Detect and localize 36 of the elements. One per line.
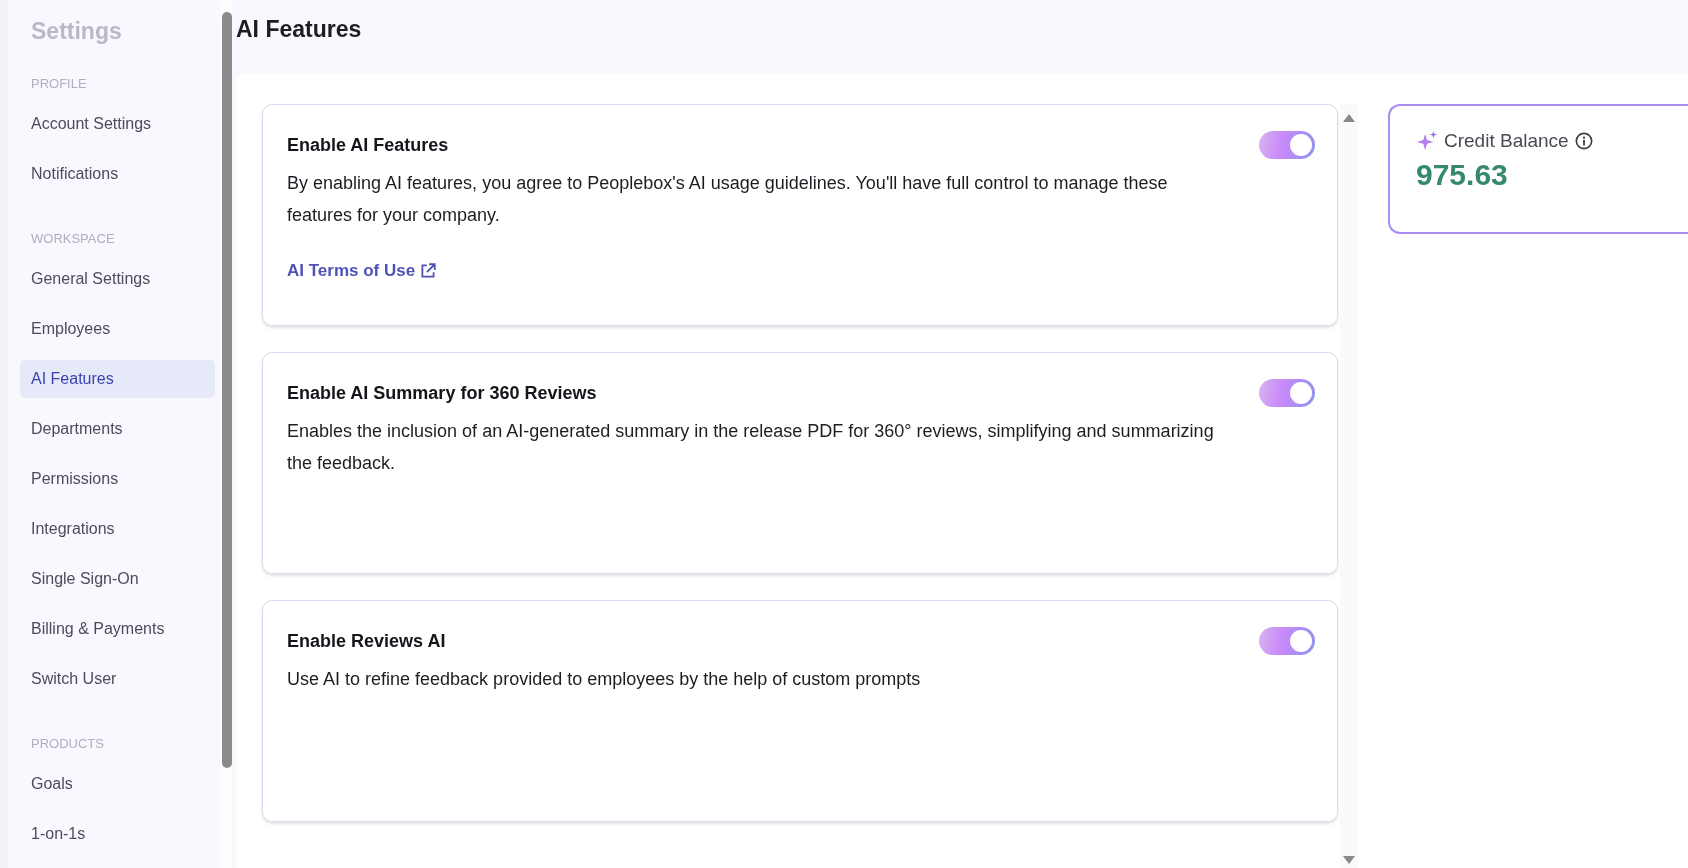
sidebar-item[interactable]: General Settings [20, 260, 215, 298]
credit-label: Credit Balance [1444, 130, 1569, 152]
feature-description: By enabling AI features, you agree to Peoplebox's AI usage guidelines. You'll have full control to manage these features for your company. [287, 172, 1169, 227]
page-title: AI Features [236, 16, 363, 44]
scrollbar-thumb[interactable] [221, 12, 232, 768]
credit-value: 975.63 [1416, 158, 1509, 192]
info-icon[interactable] [1574, 132, 1593, 150]
feature-title: Enable AI Summary for 360 Reviews [287, 382, 597, 404]
sidebar-item[interactable]: Integrations [20, 510, 215, 548]
sidebar-item[interactable]: Notifications [20, 155, 215, 193]
external-link-icon [419, 262, 438, 280]
section-label: PROFILE [30, 75, 88, 93]
toggle-switch[interactable] [1259, 379, 1315, 407]
section-label: PRODUCTS [30, 735, 105, 753]
sidebar-title: Settings [30, 17, 123, 46]
sidebar-item[interactable]: Account Settings [20, 105, 215, 143]
sidebar-item[interactable]: Single Sign-On [20, 560, 215, 598]
sidebar-item[interactable]: Switch User [20, 660, 215, 698]
sidebar-item[interactable]: Departments [20, 410, 215, 448]
sidebar-item[interactable]: Goals [20, 765, 215, 803]
feature-title: Enable AI Features [287, 134, 449, 156]
sidebar-item[interactable]: Employees [20, 310, 215, 348]
sidebar-item[interactable]: Permissions [20, 460, 215, 498]
feature-description: Enables the inclusion of an AI-generated summary in the release PDF for 360° reviews, simplifying and summarizing the feedback. [287, 420, 1215, 475]
feature-title: Enable Reviews AI [287, 630, 446, 652]
scroll-down-arrow[interactable] [1343, 856, 1355, 864]
section-label: WORKSPACE [30, 230, 116, 248]
terms-link[interactable]: AI Terms of Use [287, 261, 438, 281]
toggle-switch[interactable] [1259, 131, 1315, 159]
sidebar-item[interactable]: Billing & Payments [20, 610, 215, 648]
toggle-switch[interactable] [1259, 627, 1315, 655]
feature-description: Use AI to refine feedback provided to employees by the help of custom prompts [287, 668, 922, 691]
sidebar-item[interactable]: 1-on-1s [20, 815, 215, 853]
sparkle-icon [1416, 130, 1438, 152]
scroll-up-arrow[interactable] [1343, 114, 1355, 122]
sidebar-item[interactable]: AI Features [20, 360, 215, 398]
